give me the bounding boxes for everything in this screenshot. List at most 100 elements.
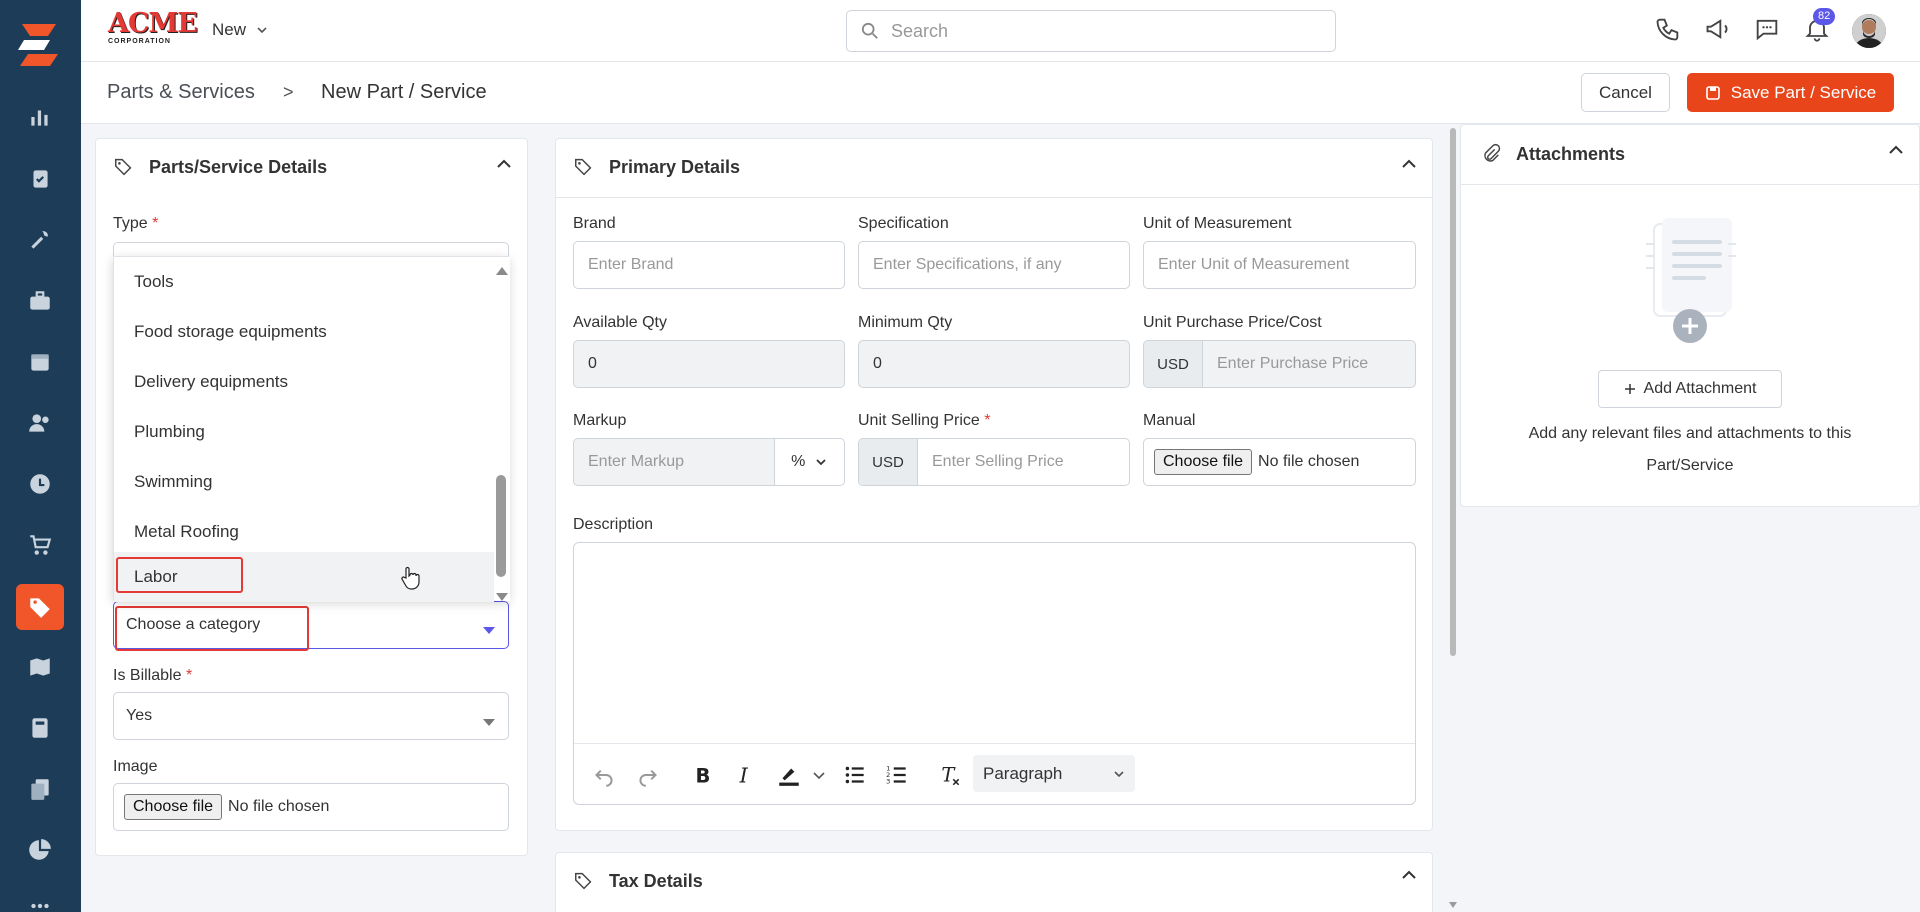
- parts-tag-icon[interactable]: [16, 584, 64, 630]
- avatar[interactable]: [1852, 14, 1886, 48]
- file-status: No file chosen: [1258, 453, 1360, 470]
- billable-select[interactable]: Yes: [113, 692, 509, 740]
- map-icon[interactable]: [24, 651, 56, 683]
- page-title: New Part / Service: [321, 81, 487, 103]
- markup-input[interactable]: Enter Markup %: [573, 438, 845, 486]
- calculator-icon[interactable]: [24, 712, 56, 744]
- selling-price-input[interactable]: USD Enter Selling Price: [858, 438, 1130, 486]
- scroll-down-arrow-icon[interactable]: [495, 587, 509, 607]
- image-file-input[interactable]: Choose file No file chosen: [113, 783, 509, 831]
- customers-icon[interactable]: [24, 407, 56, 439]
- list-item[interactable]: Delivery equipments: [114, 357, 494, 407]
- megaphone-icon[interactable]: [1704, 15, 1736, 47]
- available-qty-input[interactable]: 0: [573, 340, 845, 388]
- tags-icon: [575, 872, 592, 890]
- purchase-price-placeholder: Enter Purchase Price: [1217, 355, 1369, 372]
- minimum-qty-input[interactable]: 0: [858, 340, 1130, 388]
- brand-input[interactable]: Enter Brand: [573, 241, 845, 289]
- numbered-list-icon[interactable]: 123: [884, 762, 910, 788]
- new-menu-label: New: [212, 20, 247, 39]
- paragraph-style-select[interactable]: Paragraph: [973, 755, 1135, 792]
- specification-label: Specification: [858, 215, 949, 232]
- attachments-help-text: Add any relevant files and attachments t…: [1460, 418, 1920, 482]
- documents-icon[interactable]: [24, 773, 56, 805]
- purchase-price-input[interactable]: USD Enter Purchase Price: [1143, 340, 1416, 388]
- breadcrumb-parent-link[interactable]: Parts & Services: [107, 81, 255, 104]
- list-item[interactable]: Plumbing: [114, 407, 494, 457]
- search-input[interactable]: Search: [846, 10, 1336, 52]
- bullet-list-icon[interactable]: [842, 762, 868, 788]
- selling-price-placeholder: Enter Selling Price: [932, 453, 1064, 470]
- add-attachment-button[interactable]: Add Attachment: [1598, 370, 1782, 408]
- tags-icon: [115, 158, 132, 176]
- list-item[interactable]: Metal Roofing: [114, 507, 494, 557]
- chevron-down-icon: [816, 459, 827, 466]
- list-item[interactable]: Swimming: [114, 457, 494, 507]
- save-button[interactable]: Save Part / Service: [1687, 73, 1894, 112]
- bold-icon[interactable]: B: [689, 762, 715, 788]
- list-item[interactable]: Food storage equipments: [114, 307, 494, 357]
- markup-unit-select[interactable]: %: [773, 439, 844, 485]
- add-attachment-label: Add Attachment: [1643, 380, 1757, 397]
- collapse-chevron-icon[interactable]: [1400, 866, 1418, 884]
- primary-details-header: Primary Details: [573, 156, 740, 178]
- new-menu[interactable]: New: [212, 20, 268, 40]
- collapse-chevron-icon[interactable]: [495, 155, 513, 173]
- cancel-button[interactable]: Cancel: [1581, 73, 1670, 112]
- sidebar: [0, 0, 81, 912]
- manual-file-input[interactable]: Choose file No file chosen: [1143, 438, 1416, 486]
- markup-placeholder: Enter Markup: [588, 453, 685, 470]
- card-title: Primary Details: [609, 156, 741, 177]
- required-marker: *: [984, 412, 991, 429]
- dropdown-scrollbar-thumb[interactable]: [496, 475, 506, 577]
- italic-icon[interactable]: I: [732, 762, 758, 788]
- app-logo-icon[interactable]: [14, 18, 66, 70]
- list-item[interactable]: Tools: [114, 257, 494, 307]
- brand-placeholder: Enter Brand: [588, 256, 674, 273]
- chat-icon[interactable]: [1753, 15, 1785, 47]
- cart-icon[interactable]: [24, 529, 56, 561]
- choose-file-button[interactable]: Choose file: [124, 794, 223, 820]
- save-button-label: Save Part / Service: [1730, 82, 1877, 102]
- acme-logo[interactable]: ACME CORPORATION: [108, 8, 198, 47]
- available-qty-value: 0: [588, 355, 597, 372]
- editor-toolbar-divider: [574, 743, 1415, 744]
- caret-down-icon: [482, 712, 496, 732]
- chevron-down-icon[interactable]: [811, 762, 837, 788]
- jobs-icon[interactable]: [24, 163, 56, 195]
- attachments-help-line2: Part/Service: [1646, 457, 1734, 474]
- tools-icon[interactable]: [24, 224, 56, 256]
- briefcase-icon[interactable]: [24, 285, 56, 317]
- dashboard-icon[interactable]: [24, 101, 56, 133]
- calendar-icon[interactable]: [24, 346, 56, 378]
- acme-logo-text: ACME: [108, 8, 198, 39]
- paperclip-icon: [1484, 143, 1501, 162]
- parts-service-details-header: Parts/Service Details: [113, 156, 327, 178]
- more-icon[interactable]: [24, 890, 56, 912]
- scroll-down-arrow-icon[interactable]: [1448, 894, 1458, 912]
- uom-input[interactable]: Enter Unit of Measurement: [1143, 241, 1416, 289]
- svg-text:I: I: [739, 764, 749, 788]
- highlight-color-icon[interactable]: [776, 762, 802, 788]
- chevron-down-icon: [257, 27, 267, 34]
- available-qty-label: Available Qty: [573, 314, 667, 331]
- page-scrollbar-thumb[interactable]: [1450, 128, 1456, 656]
- collapse-chevron-icon[interactable]: [1887, 141, 1905, 159]
- type-label: Type *: [113, 215, 158, 233]
- scroll-up-arrow-icon[interactable]: [495, 261, 509, 281]
- breadcrumb-separator: >: [283, 82, 294, 102]
- card-title: Attachments: [1516, 143, 1626, 164]
- choose-file-button[interactable]: Choose file: [1154, 449, 1253, 475]
- collapse-chevron-icon[interactable]: [1400, 155, 1418, 173]
- hand-cursor-icon: [400, 566, 420, 595]
- reports-pie-icon[interactable]: [24, 834, 56, 866]
- billable-value: Yes: [126, 707, 153, 724]
- notification-count-badge: 82: [1813, 8, 1836, 25]
- plus-icon: [1624, 384, 1635, 394]
- phone-icon[interactable]: [1654, 15, 1686, 47]
- clock-icon[interactable]: [24, 468, 56, 500]
- redo-icon[interactable]: [635, 762, 661, 788]
- undo-icon[interactable]: [591, 762, 617, 788]
- clear-formatting-icon[interactable]: T: [937, 762, 963, 788]
- specification-input[interactable]: Enter Specifications, if any: [858, 241, 1130, 289]
